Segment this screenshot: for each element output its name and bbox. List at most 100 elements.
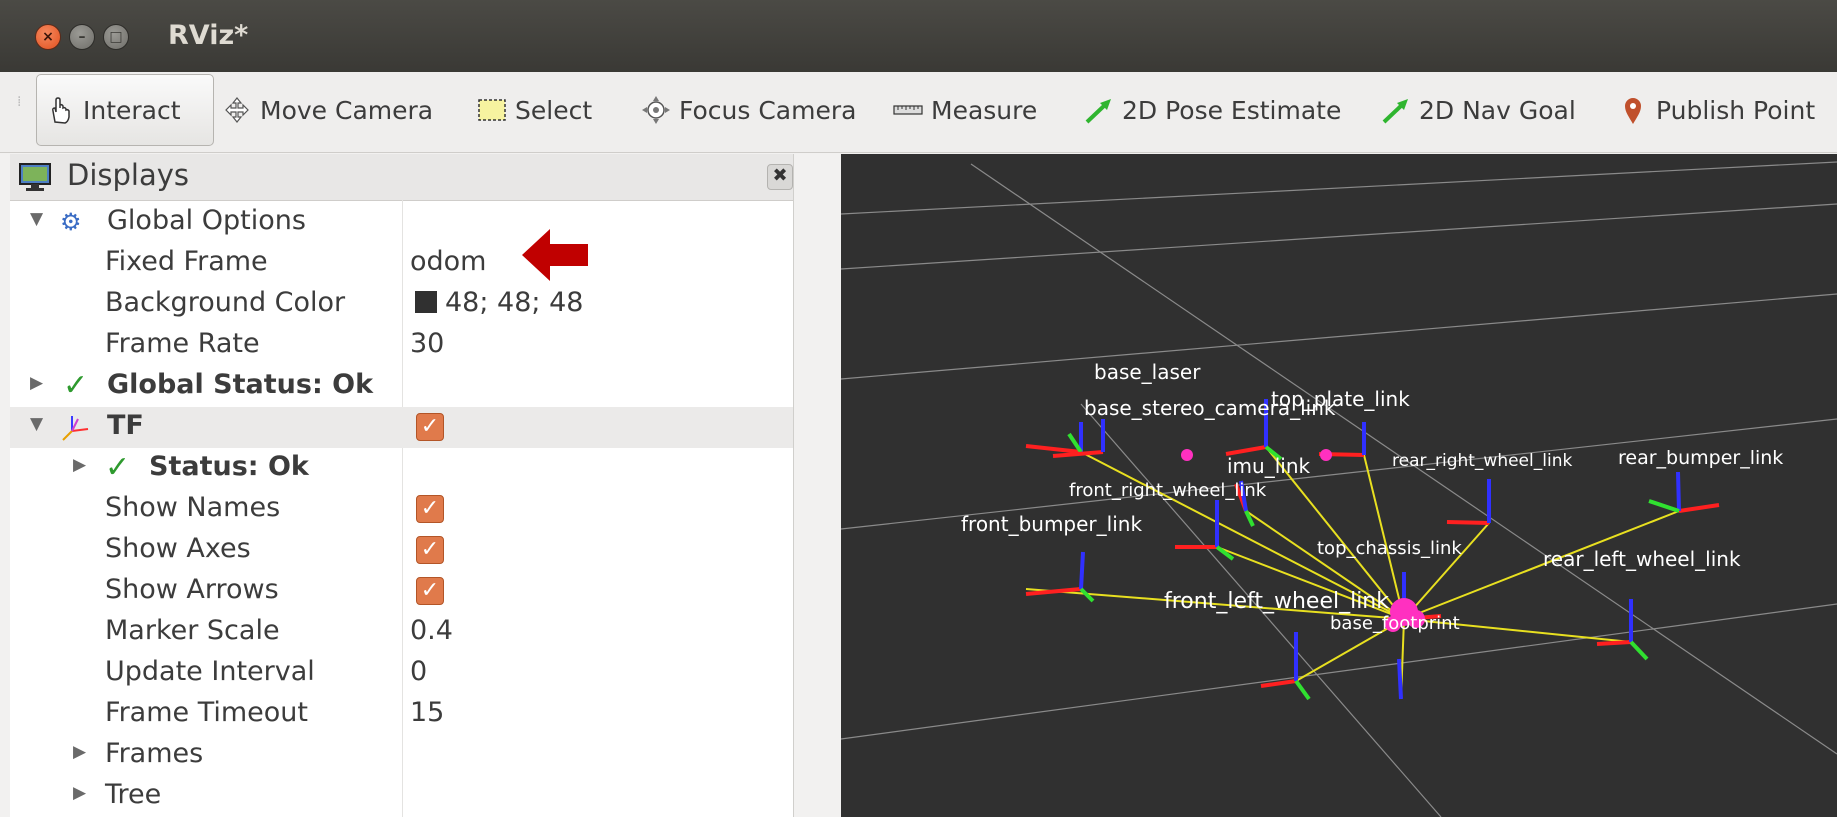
tool-select[interactable]: Select: [477, 74, 592, 146]
select-rect-icon: [477, 95, 507, 125]
3d-viewport[interactable]: base_laser base_stereo_camera_link top_p…: [841, 154, 1837, 817]
property-label: Fixed Frame: [105, 246, 268, 277]
row-tf[interactable]: ▼ TF ✓: [10, 407, 793, 448]
frame-label: top_chassis_link: [1317, 538, 1462, 559]
global-options-label: Global Options: [107, 205, 306, 236]
expand-right-icon[interactable]: ▶: [73, 455, 86, 475]
tree-label: Tree: [105, 779, 162, 810]
row-show-arrows[interactable]: Show Arrows ✓: [10, 571, 793, 612]
show-arrows-checkbox[interactable]: ✓: [416, 577, 444, 605]
tool-measure[interactable]: Measure: [893, 74, 1037, 146]
property-label: Frame Rate: [105, 328, 260, 359]
tool-label: Measure: [931, 95, 1038, 125]
hand-pointer-icon: [45, 95, 75, 125]
row-tf-status[interactable]: ▶ ✓ Status: Ok: [10, 448, 793, 489]
ok-check-icon: ✓: [105, 450, 131, 485]
row-global-options[interactable]: ▼ ⚙ Global Options: [10, 202, 793, 243]
global-status-label: Global Status: Ok: [107, 369, 374, 400]
frame-label: base_laser: [1094, 360, 1201, 384]
property-label: Show Axes: [105, 533, 251, 564]
row-show-axes[interactable]: Show Axes ✓: [10, 530, 793, 571]
ruler-icon: [893, 95, 923, 125]
row-marker-scale[interactable]: Marker Scale 0.4: [10, 612, 793, 653]
frame-label: base_footprint: [1330, 613, 1460, 634]
frame-label: top_plate_link: [1271, 387, 1410, 411]
row-show-names[interactable]: Show Names ✓: [10, 489, 793, 530]
row-global-status[interactable]: ▶ ✓ Global Status: Ok: [10, 366, 793, 407]
window-close-button[interactable]: ×: [35, 24, 61, 50]
map-pin-icon: [1618, 95, 1648, 125]
tool-label: 2D Nav Goal: [1419, 95, 1576, 125]
tool-label: Move Camera: [260, 95, 434, 125]
frames-label: Frames: [105, 738, 204, 769]
ground-grid: [841, 161, 1837, 817]
tool-interact[interactable]: Interact: [36, 74, 214, 146]
frame-rate-value[interactable]: 30: [410, 328, 444, 359]
property-label: Show Names: [105, 492, 281, 523]
frame-label: front_left_wheel_link: [1164, 589, 1389, 614]
property-label: Show Arrows: [105, 574, 279, 605]
window-minimize-button[interactable]: –: [69, 24, 95, 50]
expand-down-icon[interactable]: ▼: [30, 414, 43, 434]
window-maximize-button[interactable]: □: [103, 24, 129, 50]
color-swatch: [415, 291, 437, 313]
tool-publish-point[interactable]: Publish Point: [1618, 74, 1815, 146]
tool-label: Publish Point: [1656, 95, 1816, 125]
tool-2d-pose-estimate[interactable]: 2D Pose Estimate: [1084, 74, 1341, 146]
minimize-icon: –: [78, 29, 86, 45]
tf-enabled-checkbox[interactable]: ✓: [416, 413, 444, 441]
frame-timeout-value[interactable]: 15: [410, 697, 444, 728]
window-title: RViz*: [168, 20, 249, 51]
row-frame-timeout[interactable]: Frame Timeout 15: [10, 694, 793, 735]
move-camera-icon: [222, 95, 252, 125]
tool-move-camera[interactable]: Move Camera: [222, 74, 433, 146]
close-icon: ×: [42, 29, 54, 45]
annotation-arrow: [520, 225, 590, 285]
tool-label: Focus Camera: [679, 95, 857, 125]
toolbar-grip[interactable]: ⁞: [17, 95, 27, 124]
show-names-checkbox[interactable]: ✓: [416, 495, 444, 523]
show-axes-checkbox[interactable]: ✓: [416, 536, 444, 564]
row-frames[interactable]: ▶ Frames: [10, 735, 793, 776]
property-label: Frame Timeout: [105, 697, 309, 728]
property-label: Update Interval: [105, 656, 315, 687]
row-background-color[interactable]: Background Color 48; 48; 48: [10, 284, 793, 325]
tool-label: Select: [515, 95, 593, 125]
background-color-value[interactable]: 48; 48; 48: [415, 287, 583, 318]
tool-label: 2D Pose Estimate: [1122, 95, 1342, 125]
frame-label: front_right_wheel_link: [1069, 480, 1267, 501]
expand-right-icon[interactable]: ▶: [73, 742, 86, 762]
expand-right-icon[interactable]: ▶: [73, 783, 86, 803]
property-label: Marker Scale: [105, 615, 280, 646]
marker-scale-value[interactable]: 0.4: [410, 615, 453, 646]
tf-label: TF: [107, 410, 144, 441]
row-tree[interactable]: ▶ Tree: [10, 776, 793, 817]
expand-right-icon[interactable]: ▶: [30, 373, 43, 393]
focus-camera-icon: [641, 95, 671, 125]
update-interval-value[interactable]: 0: [410, 656, 427, 687]
displays-close-button[interactable]: ✖: [767, 164, 793, 190]
frame-label: rear_bumper_link: [1618, 447, 1783, 469]
frame-label: imu_link: [1227, 454, 1311, 478]
gear-icon: ⚙: [60, 208, 82, 236]
tf-status-label: Status: Ok: [149, 451, 309, 482]
row-frame-rate[interactable]: Frame Rate 30: [10, 325, 793, 366]
green-arrow-icon: [1084, 95, 1114, 125]
tool-label: Interact: [83, 95, 181, 125]
ok-check-icon: ✓: [63, 368, 89, 403]
expand-down-icon[interactable]: ▼: [30, 209, 43, 229]
tool-2d-nav-goal[interactable]: 2D Nav Goal: [1381, 74, 1576, 146]
tool-focus-camera[interactable]: Focus Camera: [641, 74, 856, 146]
maximize-icon: □: [109, 29, 123, 45]
frame-label: rear_left_wheel_link: [1543, 547, 1741, 571]
fixed-frame-value[interactable]: odom: [410, 246, 486, 277]
row-fixed-frame[interactable]: Fixed Frame odom: [10, 243, 793, 284]
frame-label: front_bumper_link: [961, 512, 1142, 536]
green-arrow-icon: [1381, 95, 1411, 125]
row-update-interval[interactable]: Update Interval 0: [10, 653, 793, 694]
monitor-icon: [18, 162, 52, 196]
property-label: Background Color: [105, 287, 346, 318]
frame-label: rear_right_wheel_link: [1392, 451, 1572, 471]
displays-title: Displays: [67, 158, 190, 192]
displays-panel: Displays ✖ ▼ ⚙ Global Options Fixed Fram…: [10, 154, 794, 817]
